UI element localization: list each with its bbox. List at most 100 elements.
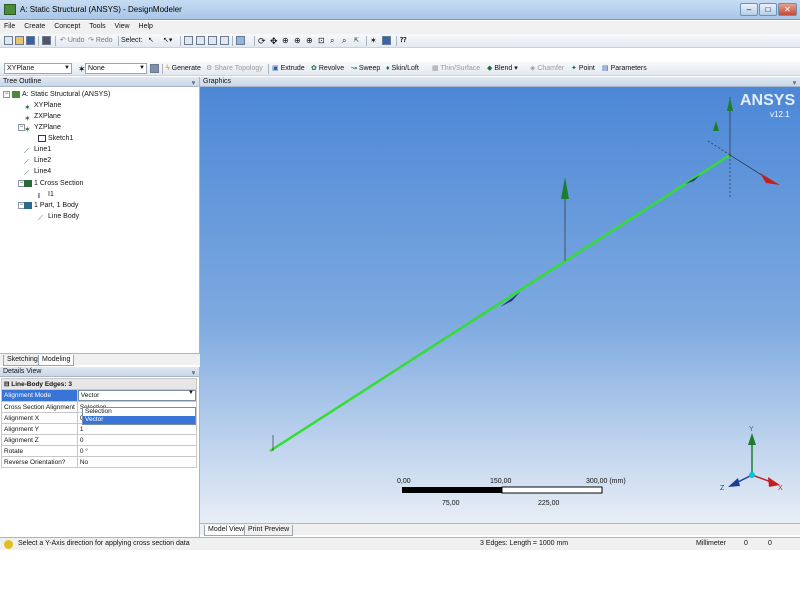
select-bodies-icon[interactable] xyxy=(220,36,229,45)
menu-create[interactable]: Create xyxy=(20,21,48,30)
menu-file[interactable]: File xyxy=(0,21,18,30)
plane-icon: ✶ xyxy=(24,102,31,112)
pin-icon[interactable]: ᵩ xyxy=(793,77,796,87)
tab-print-preview[interactable]: Print Preview xyxy=(244,525,294,536)
tree-item-xyplane[interactable]: ✶ XYPlane xyxy=(24,100,61,112)
skin-loft-icon: ♦ xyxy=(386,65,390,72)
select-edges-icon[interactable] xyxy=(196,36,205,45)
pin-icon[interactable]: ᵩ xyxy=(192,367,195,377)
look-at-icon[interactable]: ✶ xyxy=(370,36,377,46)
point-button[interactable]: ✦ Point xyxy=(571,64,595,74)
select-faces-icon[interactable] xyxy=(208,36,217,45)
zoom-box-icon[interactable]: ⊕ xyxy=(306,36,313,46)
select-filter-icon[interactable] xyxy=(236,36,245,45)
new-sketch-icon[interactable] xyxy=(150,64,159,73)
table-row[interactable]: Alignment Y 1 xyxy=(1,423,198,435)
window-title: A: Static Structural (ANSYS) - DesignMod… xyxy=(20,5,182,14)
tree-item-yzplane[interactable]: ✶ YZPlane xyxy=(24,122,61,134)
undo-button[interactable]: ↶ Undo xyxy=(60,36,85,46)
maximize-button[interactable]: □ xyxy=(759,3,777,16)
display-icon[interactable] xyxy=(382,36,391,45)
blend-button[interactable]: ◆ Blend ▾ xyxy=(487,64,518,74)
tab-sketching[interactable]: Sketching xyxy=(3,355,42,366)
select-mode-icon[interactable]: ↖▾ xyxy=(163,36,172,46)
status-icon xyxy=(4,540,13,549)
select-points-icon[interactable] xyxy=(184,36,193,45)
sweep-icon: ↝ xyxy=(351,65,357,72)
tree-item-sketch1[interactable]: Sketch1 xyxy=(38,133,73,144)
alignment-mode-dropdown: Selection Vector xyxy=(82,407,196,425)
tree-item-line-body[interactable]: ⟋ Line Body xyxy=(38,211,79,222)
tree-item-line4[interactable]: ⟋ Line4 xyxy=(24,166,51,177)
alignment-y-key: Alignment Y xyxy=(1,423,78,435)
select-label: Select: xyxy=(121,37,143,44)
alignment-z-value[interactable]: 0 xyxy=(76,434,198,446)
table-row[interactable]: Rotate 0 ° xyxy=(1,445,198,457)
select-new-icon[interactable]: ↖ xyxy=(148,36,154,46)
parameters-button[interactable]: ▤ Parameters xyxy=(602,64,647,74)
rotate-value[interactable]: 0 ° xyxy=(76,445,198,457)
collapse-icon[interactable]: − xyxy=(3,91,10,98)
tree-item-root[interactable]: A: Static Structural (ANSYS) xyxy=(12,89,110,100)
tree-item-i1[interactable]: I I1 xyxy=(38,189,54,200)
line-body-edge[interactable] xyxy=(269,153,731,453)
reverse-orientation-value[interactable]: No xyxy=(76,456,198,468)
pin-icon[interactable]: ᵩ xyxy=(192,77,195,87)
minimize-button[interactable]: – xyxy=(740,3,758,16)
close-button[interactable]: ✕ xyxy=(778,3,797,16)
status-value-2: 0 xyxy=(768,540,772,547)
scale-bar-segment xyxy=(402,487,502,493)
revolve-button[interactable]: ✿ Revolve xyxy=(311,64,344,74)
help-icon[interactable]: ⁇ xyxy=(400,36,406,46)
menu-view[interactable]: View xyxy=(111,21,133,30)
dropdown-option-selection[interactable]: Selection xyxy=(83,408,195,416)
open-icon[interactable] xyxy=(15,36,24,45)
generate-button[interactable]: ϟ Generate xyxy=(166,64,201,74)
save-icon[interactable] xyxy=(26,36,35,45)
magnifier-window-icon[interactable]: ⌕ xyxy=(342,36,346,46)
share-topology-button[interactable]: ⚙ Share Topology xyxy=(206,64,263,74)
table-row[interactable]: Alignment Mode Vector ▼ xyxy=(1,389,198,402)
screenshot-icon[interactable] xyxy=(42,36,51,45)
zoom-icon[interactable]: ⊕ xyxy=(282,36,289,46)
part-icon xyxy=(24,201,32,209)
chevron-down-icon: ▼ xyxy=(64,65,70,71)
tree-item-part[interactable]: 1 Part, 1 Body xyxy=(24,200,78,211)
tree-item-cross-section[interactable]: 1 Cross Section xyxy=(24,178,83,189)
graphics-canvas[interactable]: ANSYS v12.1 0,00 150,00 300,00 (mm) 75,0… xyxy=(200,87,800,523)
dropdown-option-vector[interactable]: Vector xyxy=(83,416,195,424)
triad-origin xyxy=(749,472,755,478)
skin-loft-button[interactable]: ♦ Skin/Loft xyxy=(386,64,419,74)
new-icon[interactable] xyxy=(4,36,13,45)
details-group[interactable]: ⊟ Line-Body Edges: 3 xyxy=(1,378,197,390)
magnifier-icon[interactable]: ⌕ xyxy=(330,36,334,46)
table-row[interactable]: Reverse Orientation? No xyxy=(1,456,198,468)
sketch-combo[interactable]: None ▼ xyxy=(85,63,147,74)
alignment-y-value[interactable]: 1 xyxy=(76,423,198,435)
sweep-button[interactable]: ↝ Sweep xyxy=(351,64,380,74)
tree-item-line1[interactable]: ⟋ Line1 xyxy=(24,144,51,155)
tree-outline-header: Tree Outline ᵩ xyxy=(0,77,199,87)
thin-surface-button[interactable]: ▦ Thin/Surface xyxy=(432,64,480,74)
extrude-button[interactable]: ▣ Extrude xyxy=(272,64,305,74)
menu-concept[interactable]: Concept xyxy=(50,21,83,30)
zoom-in-icon[interactable]: ⊕ xyxy=(294,36,301,46)
rotate-icon[interactable]: ⟳ xyxy=(258,36,266,46)
tab-model-view[interactable]: Model View xyxy=(204,525,249,536)
redo-button[interactable]: ↷ Redo xyxy=(88,36,113,46)
tree-item-line2[interactable]: ⟋ Line2 xyxy=(24,155,51,166)
alignment-mode-select[interactable]: Vector ▼ xyxy=(76,389,198,402)
chevron-down-icon[interactable]: ▼ xyxy=(188,390,194,396)
alignment-mode-value[interactable]: Vector xyxy=(77,390,196,401)
pan-icon[interactable]: ✥ xyxy=(270,36,278,46)
tab-modeling[interactable]: Modeling xyxy=(38,355,75,366)
previous-view-icon[interactable]: ⇱ xyxy=(354,36,359,46)
tree-item-zxplane[interactable]: ✶ ZXPlane xyxy=(24,111,61,123)
scale-label: 225,00 xyxy=(538,500,560,507)
chamfer-button[interactable]: ◈ Chamfer xyxy=(530,64,564,74)
menu-help[interactable]: Help xyxy=(135,21,156,30)
zoom-fit-icon[interactable]: ⊡ xyxy=(318,36,325,46)
plane-combo[interactable]: XYPlane ▼ xyxy=(4,63,72,74)
table-row[interactable]: Alignment Z 0 xyxy=(1,434,198,446)
menu-tools[interactable]: Tools xyxy=(85,21,108,30)
